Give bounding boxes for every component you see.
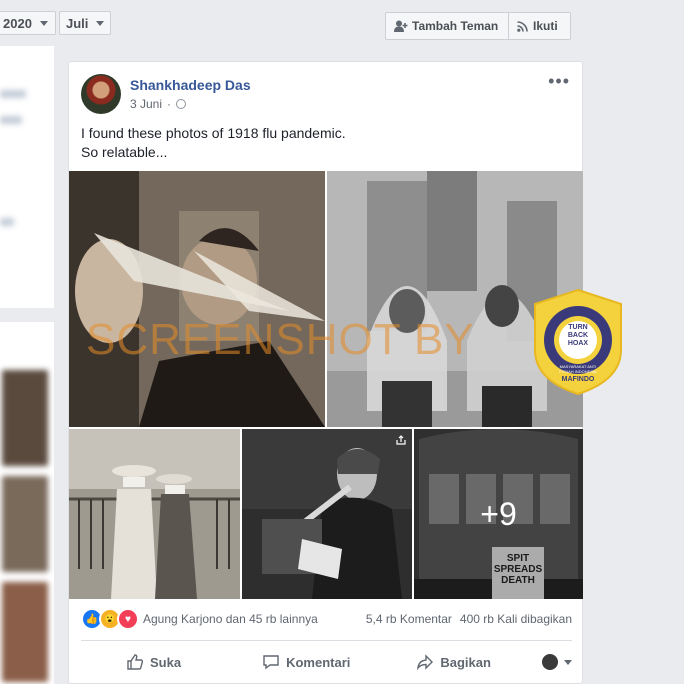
month-select[interactable]: Juli: [59, 11, 111, 35]
photo-5[interactable]: +9 SPIT SPREADS DEATH: [414, 429, 583, 599]
post-date[interactable]: 3 Juni: [130, 97, 162, 111]
photo-4[interactable]: [242, 429, 412, 599]
comment-icon: [263, 655, 279, 670]
post-author[interactable]: Shankhadeep Das: [130, 77, 251, 93]
reaction-summary: 👍 😮 ♥ Agung Karjono dan 45 rb lainnya 5,…: [81, 607, 572, 631]
share-as-selector[interactable]: [542, 654, 572, 670]
post-text-line: So relatable...: [81, 144, 168, 160]
more-options-icon[interactable]: •••: [548, 72, 570, 90]
spit-sign-text: SPIT SPREADS DEATH: [493, 553, 543, 586]
photo-3[interactable]: [69, 429, 240, 599]
blurred-text: [0, 116, 22, 124]
photo-3-image: [69, 429, 240, 599]
post-actions: Suka Komentari Bagikan: [81, 640, 572, 683]
blurred-photo: [2, 370, 48, 466]
add-friend-icon: [394, 20, 408, 32]
follow-button[interactable]: Ikuti: [508, 12, 571, 40]
blurred-photo: [2, 582, 48, 682]
post-text: I found these photos of 1918 flu pandemi…: [81, 124, 346, 162]
add-friend-label: Tambah Teman: [412, 19, 499, 33]
chevron-down-icon: [564, 659, 572, 665]
love-reaction-icon: ♥: [117, 608, 139, 630]
badge-bottom-text: MAFINDO: [561, 376, 595, 383]
chevron-down-icon: [96, 20, 105, 26]
comment-label: Komentari: [286, 654, 351, 670]
post-card: Shankhadeep Das 3 Juni · ••• I found the…: [68, 61, 622, 684]
top-filter-bar: 2020 Juli Tambah Teman Ikuti: [0, 0, 684, 46]
left-photos-card: [0, 322, 54, 684]
comment-button[interactable]: Komentari: [262, 653, 350, 671]
avatar[interactable]: [81, 74, 121, 114]
chevron-down-icon: [39, 20, 48, 26]
follow-label: Ikuti: [533, 19, 558, 33]
left-column-card: [0, 46, 54, 308]
post-meta: 3 Juni ·: [130, 97, 187, 111]
photo-4-image: [242, 429, 412, 599]
thumbs-up-icon: [127, 654, 144, 670]
add-friend-button[interactable]: Tambah Teman: [385, 12, 509, 40]
badge-ring-text: MASYARAKAT ANTI FITNAH INDONESIA: [559, 364, 597, 374]
post-text-line: I found these photos of 1918 flu pandemi…: [81, 125, 346, 141]
photo-1-image: [69, 171, 325, 427]
share-button[interactable]: Bagikan: [416, 653, 491, 671]
blurred-text: [0, 218, 14, 226]
photo-1[interactable]: [69, 171, 325, 427]
share-photo-icon[interactable]: [396, 435, 406, 445]
year-select[interactable]: 2020: [0, 11, 56, 35]
watermark-text: SCREENSHOT BY: [86, 315, 475, 364]
share-label: Bagikan: [440, 654, 491, 670]
blurred-photo: [2, 476, 48, 572]
shares-count[interactable]: 400 rb Kali dibagikan: [460, 612, 572, 626]
like-label: Suka: [150, 654, 182, 670]
month-select-value: Juli: [66, 15, 89, 31]
reactions-text[interactable]: Agung Karjono dan 45 rb lainnya: [143, 612, 318, 626]
comments-count[interactable]: 5,4 rb Komentar: [366, 612, 452, 626]
globe-icon: [176, 99, 187, 109]
like-button[interactable]: Suka: [126, 653, 181, 671]
badge-logo-text: TURN BACK HOAX: [567, 324, 589, 347]
share-icon: [417, 654, 434, 671]
blurred-text: [0, 90, 26, 98]
year-select-value: 2020: [3, 15, 32, 31]
rss-icon: [517, 20, 528, 32]
avatar: [542, 654, 558, 670]
